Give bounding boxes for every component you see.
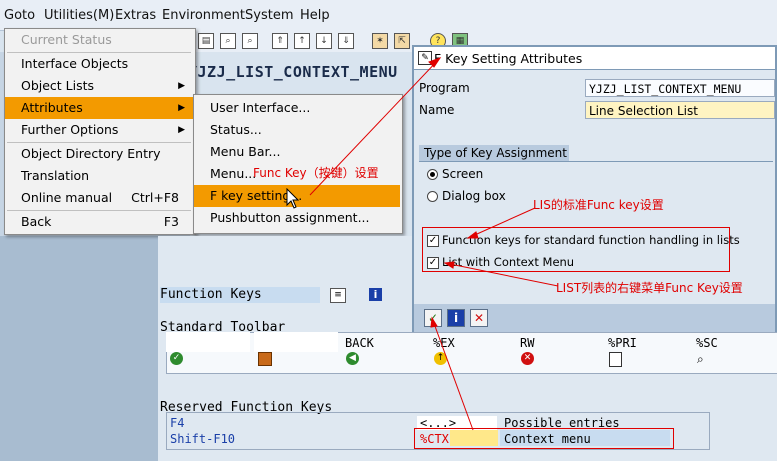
annotation-lines (309, 57, 559, 431)
